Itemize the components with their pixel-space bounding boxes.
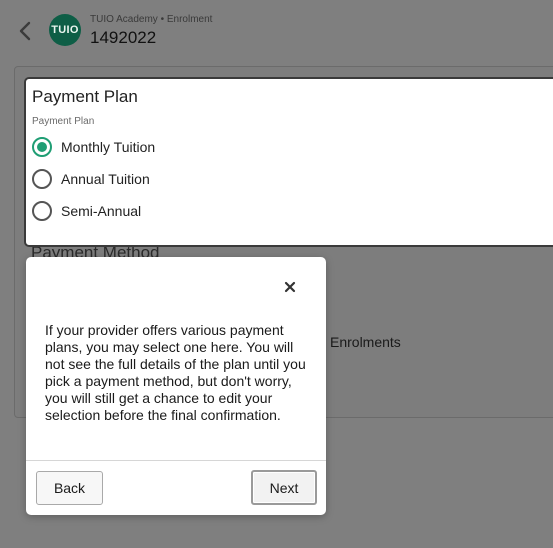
tour-popover: If your provider offers various payment … <box>26 257 326 515</box>
back-button[interactable]: Back <box>36 471 103 505</box>
payment-plan-field-label: Payment Plan <box>32 116 95 127</box>
divider <box>26 460 326 461</box>
chevron-left-icon[interactable] <box>14 18 38 44</box>
breadcrumb: TUIO Academy • Enrolment <box>90 14 213 25</box>
radio-label: Monthly Tuition <box>61 139 156 155</box>
radio-button[interactable] <box>32 169 52 189</box>
radio-button[interactable] <box>32 201 52 221</box>
close-icon[interactable] <box>281 278 299 296</box>
enrolments-label: Enrolments <box>330 334 401 350</box>
radio-label: Annual Tuition <box>61 171 150 187</box>
radio-option-annual[interactable]: Annual Tuition <box>32 168 150 190</box>
page-title: 1492022 <box>90 28 157 47</box>
payment-plan-title: Payment Plan <box>32 87 138 106</box>
radio-button-selected[interactable] <box>32 137 52 157</box>
next-button[interactable]: Next <box>251 470 317 505</box>
radio-option-monthly[interactable]: Monthly Tuition <box>32 136 155 158</box>
radio-label: Semi-Annual <box>61 203 142 219</box>
academy-logo: TUIO <box>49 14 81 46</box>
popover-message: If your provider offers various payment … <box>45 322 306 423</box>
payment-plan-card: Payment Plan Payment Plan Monthly Tuitio… <box>24 77 553 247</box>
top-bar: TUIO TUIO Academy • Enrolment 1492022 <box>0 0 553 66</box>
radio-option-semi-annual[interactable]: Semi-Annual <box>32 200 141 222</box>
